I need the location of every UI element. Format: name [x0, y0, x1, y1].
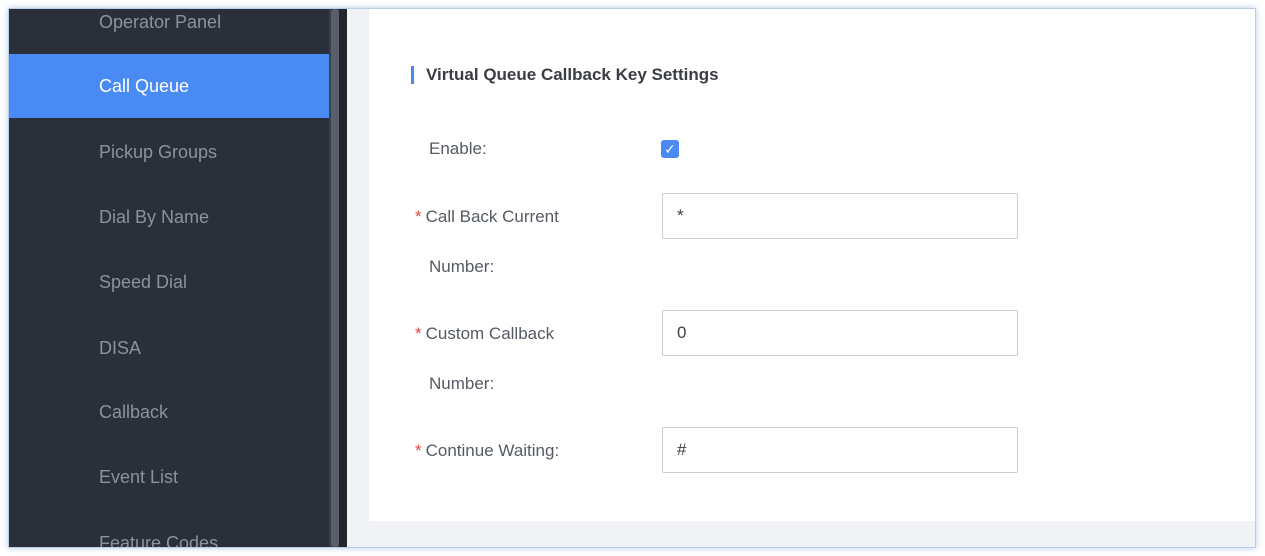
sidebar: Operator Panel Call Queue Pickup Groups … — [9, 9, 347, 547]
custom-callback-label-line2: Number: — [429, 374, 495, 393]
sidebar-item-label: Call Queue — [99, 75, 190, 96]
settings-panel: Virtual Queue Callback Key Settings Enab… — [369, 9, 1255, 521]
sidebar-item-label: Dial By Name — [99, 206, 210, 227]
sidebar-item-label: Event List — [99, 466, 179, 487]
custom-callback-number-input[interactable] — [662, 310, 1018, 356]
call-back-current-number-input[interactable] — [662, 193, 1018, 239]
sidebar-item-label: Callback — [99, 401, 169, 422]
section-title-text: Virtual Queue Callback Key Settings — [426, 65, 719, 84]
required-asterisk: * — [415, 207, 422, 226]
sidebar-item-dial-by-name[interactable]: Dial By Name — [9, 185, 339, 249]
sidebar-item-label: Operator Panel — [99, 11, 222, 32]
sidebar-item-label: Speed Dial — [99, 271, 188, 292]
call-back-current-label: * Call Back Current — [415, 207, 559, 226]
continue-waiting-input[interactable] — [662, 427, 1018, 473]
required-asterisk: * — [415, 441, 422, 460]
sidebar-item-callback[interactable]: Callback — [9, 380, 339, 444]
required-asterisk: * — [415, 324, 422, 343]
custom-callback-label: * Custom Callback — [415, 324, 555, 343]
enable-label: Enable: — [429, 139, 487, 158]
sidebar-item-pickup-groups[interactable]: Pickup Groups — [9, 120, 339, 184]
section-accent-bar — [411, 66, 414, 84]
section-title: Virtual Queue Callback Key Settings — [411, 65, 719, 85]
sidebar-scrollbar-thumb[interactable] — [331, 9, 339, 547]
sidebar-item-disa[interactable]: DISA — [9, 316, 339, 380]
sidebar-item-operator-panel[interactable]: Operator Panel — [9, 9, 339, 54]
sidebar-item-label: DISA — [99, 337, 142, 358]
app-window: Operator Panel Call Queue Pickup Groups … — [8, 8, 1256, 548]
continue-waiting-label: * Continue Waiting: — [415, 441, 560, 460]
sidebar-item-label: Pickup Groups — [99, 141, 218, 162]
sidebar-item-call-queue[interactable]: Call Queue — [9, 54, 339, 118]
sidebar-item-label: Feature Codes — [99, 532, 219, 548]
sidebar-item-feature-codes[interactable]: Feature Codes — [9, 511, 339, 548]
enable-checkbox[interactable]: ✓ — [661, 140, 679, 158]
sidebar-item-speed-dial[interactable]: Speed Dial — [9, 250, 339, 314]
sidebar-item-event-list[interactable]: Event List — [9, 445, 339, 509]
sidebar-divider — [339, 9, 347, 547]
checkmark-icon: ✓ — [664, 140, 676, 157]
call-back-current-label-line2: Number: — [429, 257, 495, 276]
